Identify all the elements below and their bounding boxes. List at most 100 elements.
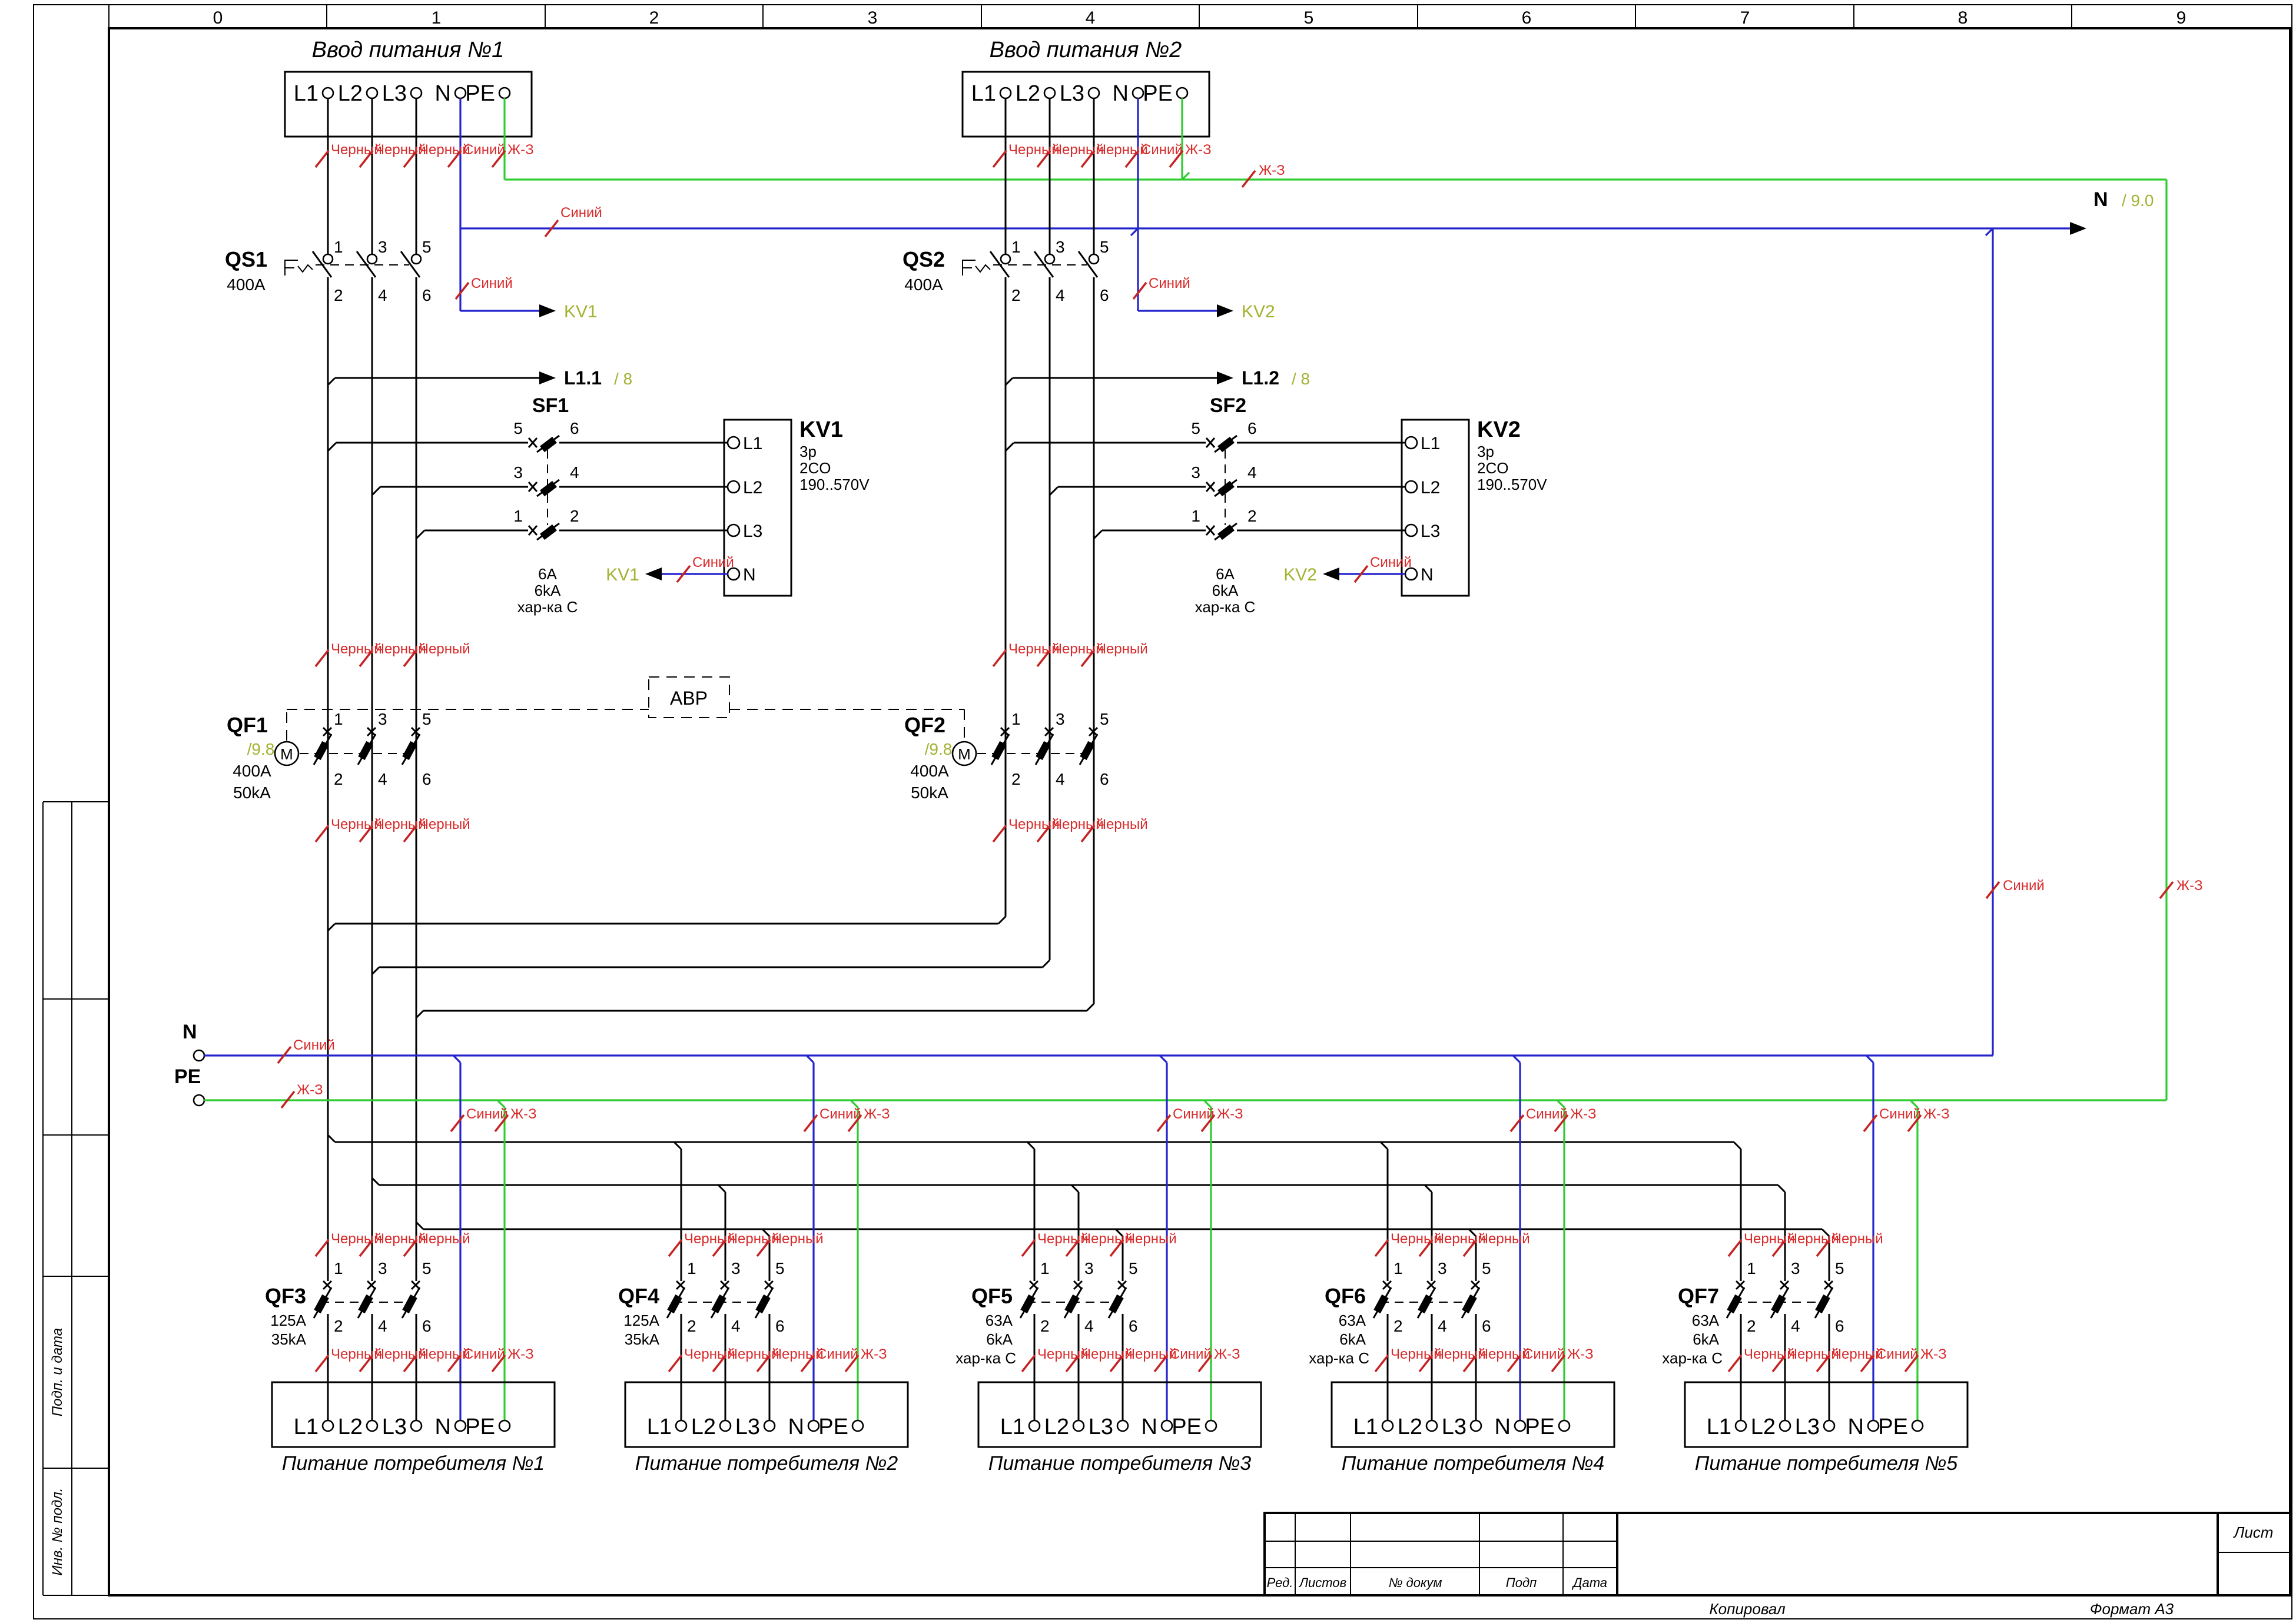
contact-number: 6 [422, 1317, 432, 1335]
terminal-label: PE [465, 1415, 495, 1439]
wire-color-label: Синий [1879, 1106, 1921, 1122]
contact-number: 4 [1247, 463, 1257, 482]
wire-color-label: Ж-З [1214, 1346, 1240, 1362]
feeder-group: Ввод питания №2 L1 L2 L3 N PE Черный Чер… [903, 38, 1547, 859]
wire-color-label: Черный [331, 142, 382, 158]
motor-letter: M [958, 745, 971, 763]
line-ref-label: L1.2 [1242, 367, 1279, 389]
arrow-left [1323, 567, 1339, 580]
wire-color-label: Черный [1053, 142, 1104, 158]
terminal-label: L2 [1421, 478, 1440, 497]
contact-number: 6 [570, 419, 579, 437]
contact-number: 5 [422, 1259, 432, 1277]
terminal-label: L2 [1398, 1415, 1422, 1439]
terminal-label: N [1848, 1415, 1864, 1439]
qf-rating: 400A [910, 762, 949, 780]
wire-color-label: Черный [1053, 641, 1104, 657]
wire-color-label: Синий [471, 276, 513, 291]
wire-color-label: Ж-З [510, 1106, 537, 1122]
terminal-label: N [1142, 1415, 1157, 1439]
terminal-label: L2 [1751, 1415, 1776, 1439]
qf-name: QF1 [227, 713, 268, 737]
consumer-terminals: L1 L2 L3 N PE [1707, 1415, 1923, 1439]
kv-ref-label: KV1 [606, 565, 639, 585]
wire-color-label: Ж-З [1567, 1346, 1594, 1362]
qf-page-ref: /9.8 [247, 740, 275, 758]
contact-number: 6 [775, 1317, 785, 1335]
contact-number: 4 [731, 1317, 741, 1335]
consumer-title: Питание потребителя №3 [988, 1452, 1251, 1475]
contact-number: 2 [1393, 1317, 1403, 1335]
contact-number: 1 [1393, 1259, 1403, 1277]
terminal-label: L3 [382, 1415, 407, 1439]
wire-color-label: Черный [419, 817, 470, 832]
contact-number: 1 [1011, 710, 1021, 728]
consumer-terminals: L1 L2 L3 N PE [1000, 1415, 1216, 1439]
terminal-label: L3 [1060, 81, 1084, 106]
arrow-left [645, 567, 662, 580]
ruler-number: 0 [213, 8, 223, 28]
contact-number: 3 [1438, 1259, 1447, 1277]
feeder-title: Ввод питания №2 [990, 38, 1182, 62]
contact-number: 2 [687, 1317, 696, 1335]
wire-color-label: Синий [1141, 142, 1183, 158]
qf-rating: 63A [1692, 1312, 1720, 1329]
contact-number: 6 [1129, 1317, 1138, 1335]
terminal-label: N [435, 81, 451, 106]
contact-number: 6 [1482, 1317, 1491, 1335]
contact-number: 5 [1482, 1259, 1491, 1277]
line-ref-label: L1.1 [564, 367, 602, 389]
kv-spec: 2CO [799, 459, 831, 477]
contact-number: 4 [1438, 1317, 1447, 1335]
contact-number: 4 [378, 1317, 387, 1335]
wire-color-label: Черный [375, 1346, 426, 1362]
qf-rating: 35kA [271, 1330, 307, 1348]
qf-rating: хар-ка C [1309, 1349, 1369, 1367]
net-pe-top: Ж-З Ж-З [505, 162, 2203, 1100]
kv-name: KV1 [799, 417, 843, 442]
contact-number: 4 [378, 770, 387, 788]
contact-number: 6 [1100, 770, 1109, 788]
terminal-label: PE [1878, 1415, 1908, 1439]
wire-color-label: Ж-З [507, 142, 534, 158]
sf-rating: хар-ка C [1195, 598, 1256, 616]
qf-name: QF6 [1325, 1284, 1366, 1308]
titleblock-header: Подп [1506, 1575, 1537, 1590]
wire-color-label: Черный [1037, 1231, 1089, 1247]
terminal-label: N [1421, 565, 1434, 585]
schematic-sheet: 0 1 2 3 4 5 6 7 8 9 Подп. и дата Инв. № … [0, 0, 2296, 1623]
ruler-number: 3 [868, 8, 878, 28]
wire-color-label: Черный [1832, 1231, 1883, 1247]
terminal-label: L1 [971, 81, 996, 106]
main-breaker-qf: QF2 /9.8 400A 50kA M 1 3 5 2 4 6 [904, 710, 1109, 802]
feeder-input-terminals: L1 L2 L3 N PE [971, 81, 1187, 106]
kv-source-branch: KV2 Синий [1133, 276, 1275, 321]
wire-color-row-above-qf: Черный Черный Черный [316, 641, 470, 666]
contact-number: 5 [1129, 1259, 1138, 1277]
wire-color-row-above-breaker: Черный Черный Черный [316, 1231, 470, 1256]
contact-number: 2 [1040, 1317, 1050, 1335]
wire-color-label: Ж-З [297, 1082, 323, 1098]
margin-label-sign-date: Подп. и дата [49, 1328, 65, 1416]
ruler-number: 5 [1304, 8, 1314, 28]
titleblock-header: Листов [1298, 1575, 1346, 1590]
contact-number: 1 [513, 507, 523, 525]
kv-spec: 2CO [1477, 459, 1508, 477]
terminal-label: N [1113, 81, 1129, 106]
contact-number: 3 [378, 1259, 387, 1277]
consumer-terminals: L1 L2 L3 N PE [294, 1415, 510, 1439]
line-ref-branch: L1.2 / 8 [1006, 367, 1310, 389]
terminal-label: PE [1525, 1415, 1555, 1439]
qf-rating: хар-ка C [955, 1349, 1016, 1367]
consumer-np-color-labels: Синий Ж-З [451, 1106, 537, 1131]
consumer-breaker: QF4 125A 35kA 1 3 5 2 4 6 [618, 1259, 785, 1348]
contact-number: 2 [334, 770, 343, 788]
contact-number: 1 [687, 1259, 696, 1277]
relay-kv: L1 L2 L3 N KV1 3p 2CO 190..570V KV1 Сини… [606, 417, 870, 596]
consumer-title: Питание потребителя №1 [282, 1452, 545, 1475]
wire-color-label: Черный [1126, 1231, 1177, 1247]
terminal-label: N [1495, 1415, 1511, 1439]
consumer-group: Синий Ж-З Черный Черный Черный QF6 63A 6… [1309, 1056, 1614, 1475]
wire-color-label: Черный [419, 142, 470, 158]
wire-color-label: Черный [772, 1231, 824, 1247]
